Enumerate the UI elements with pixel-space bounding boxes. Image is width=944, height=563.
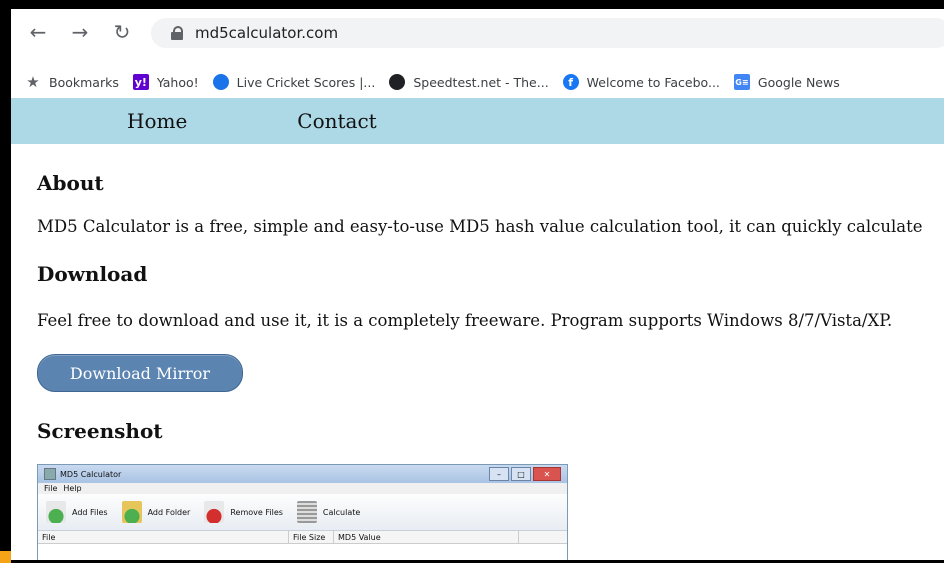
bookmark-label: Speedtest.net - The... xyxy=(413,74,549,90)
about-text: MD5 Calculator is a free, simple and eas… xyxy=(37,217,923,236)
calculator-icon xyxy=(296,501,317,523)
bookmark-speedtest[interactable]: Speedtest.net - The... xyxy=(389,74,549,90)
column-file-size: File Size xyxy=(289,531,334,543)
nav-link-home[interactable]: Home xyxy=(127,109,187,133)
screenshot-window-title: MD5 Calculator xyxy=(60,469,122,479)
url-text[interactable]: md5calculator.com xyxy=(195,24,338,42)
reload-icon[interactable]: ↻ xyxy=(111,21,133,43)
window-buttons: – □ ✕ xyxy=(489,467,561,481)
bookmark-label: Yahoo! xyxy=(156,74,199,90)
about-heading: About xyxy=(37,171,104,195)
nav-link-contact[interactable]: Contact xyxy=(297,109,376,133)
bookmark-cricket[interactable]: Live Cricket Scores |... xyxy=(212,74,376,90)
back-arrow-icon[interactable]: ← xyxy=(27,21,49,43)
app-icon xyxy=(44,468,56,480)
browser-toolbar: ← → ↻ md5calculator.com xyxy=(11,9,944,69)
tool-label: Add Folder xyxy=(147,507,191,517)
remove-files-icon xyxy=(204,501,225,523)
menu-file: File xyxy=(44,484,58,493)
screenshot-toolbar: Add Files Add Folder Remove Files Calcul… xyxy=(38,494,567,531)
app-screenshot-image: MD5 Calculator – □ ✕ File Help Add Files… xyxy=(37,464,568,560)
download-text: Feel free to download and use it, it is … xyxy=(37,311,893,330)
facebook-icon: f xyxy=(562,74,579,90)
screenshot-table-body xyxy=(38,544,567,560)
tool-add-folder: Add Folder xyxy=(121,501,191,523)
star-icon: ★ xyxy=(26,73,40,91)
close-icon: ✕ xyxy=(533,467,561,481)
add-folder-icon xyxy=(121,501,142,523)
bookmark-label: Live Cricket Scores |... xyxy=(236,74,376,90)
tool-calculate: Calculate xyxy=(296,501,361,523)
tool-label: Calculate xyxy=(322,507,361,517)
bookmark-label: Bookmarks xyxy=(49,74,119,90)
add-files-icon xyxy=(46,501,66,523)
column-file: File xyxy=(38,531,289,543)
forward-arrow-icon[interactable]: → xyxy=(69,21,91,43)
screenshot-menu: File Help xyxy=(38,483,567,494)
cricket-icon xyxy=(212,74,229,90)
tool-add-files: Add Files xyxy=(46,501,108,523)
address-bar[interactable]: md5calculator.com xyxy=(151,18,944,48)
yahoo-icon: y! xyxy=(132,74,149,90)
screenshot-heading: Screenshot xyxy=(37,419,163,443)
nav-buttons: ← → ↻ xyxy=(27,21,133,43)
menu-help: Help xyxy=(63,484,82,493)
bookmark-yahoo[interactable]: y! Yahoo! xyxy=(132,74,199,90)
bookmark-facebook[interactable]: f Welcome to Facebo... xyxy=(562,74,720,90)
speedtest-icon xyxy=(389,74,406,90)
site-nav-bar: Home Contact xyxy=(11,98,944,144)
lock-icon[interactable] xyxy=(171,26,183,40)
taskbar-edge xyxy=(0,551,11,563)
browser-window: ← → ↻ md5calculator.com ★ Bookmarks y! Y… xyxy=(11,9,944,560)
download-mirror-button[interactable]: Download Mirror xyxy=(37,354,243,392)
bookmarks-bar: ★ Bookmarks y! Yahoo! Live Cricket Score… xyxy=(11,71,944,93)
tool-label: Remove Files xyxy=(230,507,283,517)
bookmark-label: Welcome to Facebo... xyxy=(586,74,720,90)
screenshot-titlebar: MD5 Calculator – □ ✕ xyxy=(38,465,567,483)
bookmark-label: Google News xyxy=(757,74,840,90)
tool-label: Add Files xyxy=(72,507,108,517)
column-md5-value: MD5 Value xyxy=(334,531,519,543)
minimize-icon: – xyxy=(489,467,509,481)
bookmark-bookmarks[interactable]: ★ Bookmarks xyxy=(25,73,119,91)
bookmark-google-news[interactable]: G≡ Google News xyxy=(733,74,840,90)
screenshot-table-header: File File Size MD5 Value xyxy=(38,531,567,544)
maximize-icon: □ xyxy=(511,467,531,481)
google-news-icon: G≡ xyxy=(733,74,750,90)
tool-remove-files: Remove Files xyxy=(204,501,283,523)
download-heading: Download xyxy=(37,262,148,286)
